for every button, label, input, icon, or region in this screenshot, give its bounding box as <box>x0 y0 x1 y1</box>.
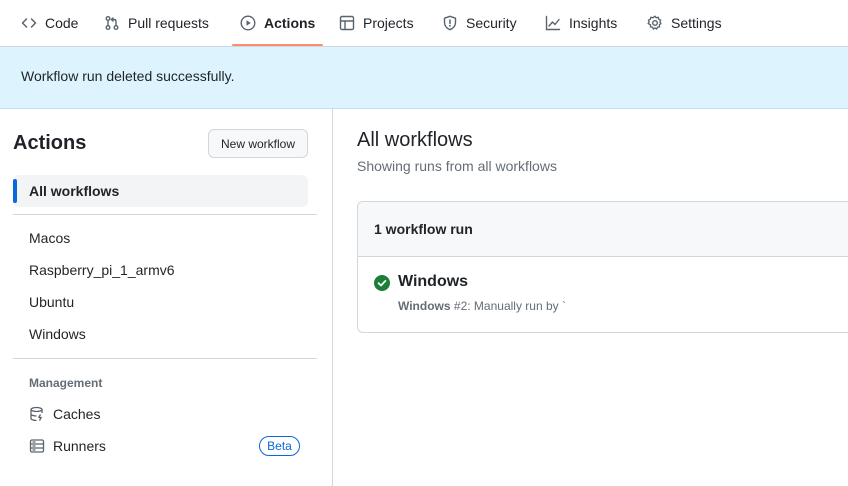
tab-settings[interactable]: Settings <box>647 0 722 46</box>
tab-label: Insights <box>569 15 618 31</box>
tab-security[interactable]: Security <box>442 0 517 46</box>
sidebar-item-workflow[interactable]: Raspberry_pi_1_armv6 <box>13 254 308 286</box>
active-tab-indicator <box>232 44 323 46</box>
run-title-link[interactable]: Windows <box>398 273 468 291</box>
tab-insights[interactable]: Insights <box>545 0 617 46</box>
sidebar-item-workflow[interactable]: Windows <box>13 318 308 350</box>
tab-actions[interactable]: Actions <box>240 0 315 46</box>
tab-label: Actions <box>264 15 316 31</box>
tab-label: Projects <box>363 15 414 31</box>
flash-banner: Workflow run deleted successfully. <box>0 47 848 109</box>
server-icon <box>29 439 45 453</box>
sidebar-item-label: Runners <box>53 438 106 454</box>
sidebar-divider <box>13 358 317 359</box>
tab-label: Pull requests <box>128 15 209 31</box>
sidebar-item-workflow[interactable]: Macos <box>13 222 308 254</box>
actions-sidebar: Actions New workflow All workflows Macos… <box>0 109 333 486</box>
run-number: #2 <box>453 299 468 313</box>
tab-pull-requests[interactable]: Pull requests <box>104 0 209 46</box>
sidebar-title: Actions <box>13 132 87 154</box>
sidebar-item-workflow[interactable]: Ubuntu <box>13 286 308 318</box>
run-meta: Windows #2: Manually run by ` <box>398 299 566 313</box>
table-icon <box>339 15 355 31</box>
tab-label: Settings <box>671 15 722 31</box>
sidebar-item-label: Caches <box>53 406 101 422</box>
gear-icon <box>647 15 662 30</box>
run-trigger: : Manually run by ` <box>467 299 566 313</box>
table-row[interactable]: Windows Windows #2: Manually run by ` <box>358 257 848 332</box>
run-count: 1 workflow run <box>374 221 473 237</box>
new-workflow-button[interactable]: New workflow <box>208 129 308 158</box>
tab-label: Security <box>466 15 517 31</box>
repo-nav: Code Pull requests Actions Projects Secu… <box>0 0 848 47</box>
check-circle-icon <box>374 275 390 291</box>
tab-projects[interactable]: Projects <box>339 0 414 46</box>
sidebar-divider <box>13 214 317 215</box>
page-title: All workflows <box>357 129 473 151</box>
run-workflow-name: Windows <box>398 299 451 313</box>
shield-icon <box>443 15 457 31</box>
flash-message: Workflow run deleted successfully. <box>21 68 235 84</box>
play-icon <box>240 15 256 31</box>
code-icon <box>21 18 37 28</box>
sidebar-item-caches[interactable]: Caches <box>13 398 308 430</box>
workflow-runs-list: 1 workflow run Windows Windows #2: Manua… <box>357 201 848 333</box>
runs-list-header: 1 workflow run <box>358 202 848 257</box>
management-heading: Management <box>29 376 103 390</box>
beta-badge: Beta <box>259 436 300 456</box>
tab-label: Code <box>45 15 79 31</box>
graph-icon <box>545 15 561 31</box>
page-subtitle: Showing runs from all workflows <box>357 158 557 174</box>
sidebar-item-all-workflows[interactable]: All workflows <box>13 175 308 207</box>
git-pull-request-icon <box>105 16 119 30</box>
tab-code[interactable]: Code <box>21 0 78 46</box>
database-icon <box>30 406 43 422</box>
